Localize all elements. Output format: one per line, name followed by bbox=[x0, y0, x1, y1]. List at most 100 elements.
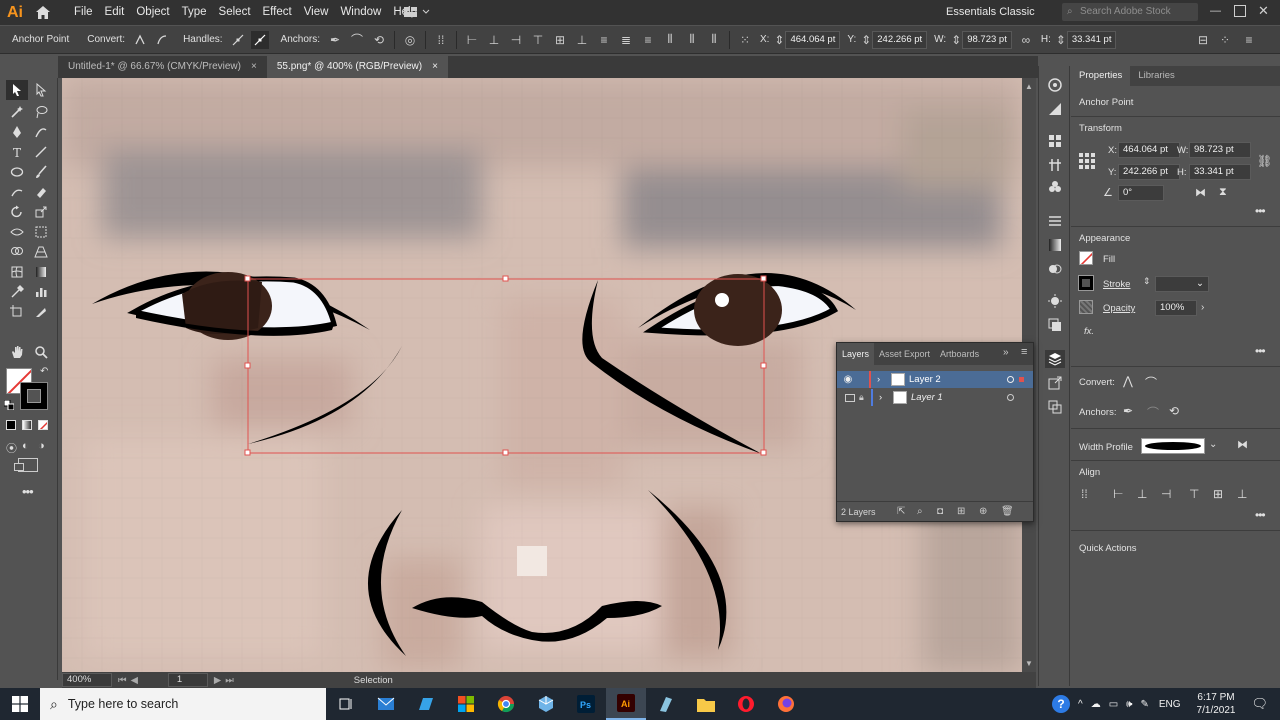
draw-inside-icon[interactable]: ◑ bbox=[38, 440, 45, 452]
firefox-icon[interactable] bbox=[766, 688, 806, 720]
paintbrush-tool-icon[interactable] bbox=[30, 162, 52, 182]
transform-more-icon[interactable]: ••• bbox=[1255, 204, 1266, 218]
weather-icon[interactable]: ☁ bbox=[1091, 699, 1101, 710]
props-align-hcenter-icon[interactable]: ⊥ bbox=[1137, 487, 1147, 501]
align-bottom-icon[interactable]: ⊥ bbox=[573, 31, 591, 49]
chevron-down-icon[interactable]: ⌄ bbox=[1209, 439, 1217, 450]
reference-point-grid-icon[interactable] bbox=[1078, 152, 1096, 170]
type-tool-icon[interactable]: T bbox=[6, 142, 28, 162]
expand-panel-icon[interactable]: » bbox=[1003, 347, 1009, 358]
distribute-hcenter-icon[interactable]: ⦀ bbox=[683, 31, 701, 49]
width-profile-select[interactable] bbox=[1141, 438, 1205, 454]
zoom-tool-icon[interactable] bbox=[30, 342, 52, 362]
lasso-tool-icon[interactable] bbox=[30, 102, 52, 122]
stroke-weight-stepper-icon[interactable]: ⇕ bbox=[1143, 276, 1155, 292]
props-align-right-icon[interactable]: ⊣ bbox=[1161, 487, 1171, 501]
visibility-eye-icon[interactable]: ◉ bbox=[839, 374, 857, 385]
visibility-outline-icon[interactable] bbox=[845, 393, 855, 402]
export-layer-icon[interactable]: ⇱ bbox=[897, 506, 905, 517]
graphic-styles-icon[interactable] bbox=[1045, 316, 1065, 334]
props-convert-corner-icon[interactable]: ⋀ bbox=[1123, 374, 1133, 388]
transform-y-input[interactable]: 242.266 pt bbox=[1118, 164, 1180, 180]
appearance-more-icon[interactable]: ••• bbox=[1255, 344, 1266, 358]
close-tab-icon[interactable]: × bbox=[432, 56, 438, 78]
zoom-select[interactable]: 400% bbox=[62, 673, 112, 687]
symbols-icon[interactable] bbox=[1045, 178, 1065, 196]
transparency-icon[interactable] bbox=[1045, 260, 1065, 278]
reference-point-icon[interactable]: ⁙ bbox=[736, 31, 754, 49]
notifications-icon[interactable]: 🗨︎ bbox=[1251, 696, 1268, 712]
screen-mode-icon[interactable] bbox=[14, 458, 38, 472]
eyedropper-tool-icon[interactable] bbox=[6, 282, 28, 302]
opacity-label[interactable]: Opacity bbox=[1103, 303, 1135, 314]
whiteboard-app-icon[interactable] bbox=[406, 688, 446, 720]
mesh-tool-icon[interactable] bbox=[6, 262, 28, 282]
target-icon[interactable] bbox=[1007, 394, 1014, 401]
chevron-right-icon[interactable]: › bbox=[1201, 302, 1204, 313]
constrain-link-icon[interactable]: ∞ bbox=[1017, 31, 1035, 49]
language-indicator[interactable]: ENG bbox=[1159, 699, 1181, 710]
convert-corner-icon[interactable] bbox=[131, 31, 149, 49]
notepad-icon[interactable] bbox=[646, 688, 686, 720]
network-icon[interactable]: ▭ bbox=[1109, 699, 1118, 710]
3d-viewer-icon[interactable] bbox=[526, 688, 566, 720]
rotate-tool-icon[interactable] bbox=[6, 202, 28, 222]
w-stepper-icon[interactable]: ⇕ bbox=[951, 31, 961, 49]
props-convert-smooth-icon[interactable]: ⌒ bbox=[1145, 374, 1157, 391]
hand-tool-icon[interactable] bbox=[6, 342, 28, 362]
chevron-right-icon[interactable]: › bbox=[879, 392, 889, 403]
tab-asset-export[interactable]: Asset Export bbox=[874, 343, 935, 365]
convert-smooth-icon[interactable] bbox=[153, 31, 171, 49]
tab-properties[interactable]: Properties bbox=[1071, 66, 1131, 86]
draw-behind-icon[interactable]: ◐ bbox=[22, 440, 29, 452]
transform-w-input[interactable]: 98.723 pt bbox=[1189, 142, 1251, 158]
gradient-panel-icon[interactable] bbox=[1045, 236, 1065, 254]
illustrator-icon[interactable]: Ai bbox=[606, 688, 646, 720]
selection-tool-icon[interactable] bbox=[6, 80, 28, 100]
pen-tool-icon[interactable] bbox=[6, 122, 28, 142]
line-tool-icon[interactable] bbox=[30, 142, 52, 162]
align-hcenter-icon[interactable]: ⊥ bbox=[485, 31, 503, 49]
mail-icon[interactable] bbox=[366, 688, 406, 720]
hide-handles-icon[interactable] bbox=[250, 30, 269, 49]
brushes-icon[interactable] bbox=[1045, 156, 1065, 174]
width-tool-icon[interactable] bbox=[6, 222, 28, 242]
menu-select[interactable]: Select bbox=[213, 0, 257, 25]
layers-menu-icon[interactable]: ≡ bbox=[1021, 346, 1027, 358]
magic-wand-tool-icon[interactable] bbox=[6, 102, 28, 122]
chevron-right-icon[interactable]: › bbox=[877, 374, 887, 385]
layers-panel-icon[interactable] bbox=[1045, 350, 1065, 368]
appearance-panel-icon[interactable] bbox=[1045, 292, 1065, 310]
new-sublayer-icon[interactable]: ⊞ bbox=[957, 506, 965, 517]
clipping-mask-icon[interactable]: ◘ bbox=[937, 506, 943, 517]
search-stock-input[interactable]: ⌕ Search Adobe Stock bbox=[1062, 3, 1198, 21]
taskbar-search-input[interactable]: ⌕ Type here to search bbox=[40, 688, 326, 720]
layer-row[interactable]: ◉ › Layer 2 bbox=[837, 371, 1033, 388]
constrain-proportions-icon[interactable]: ⛓ bbox=[1257, 154, 1272, 168]
props-align-left-icon[interactable]: ⊢ bbox=[1113, 487, 1123, 501]
y-stepper-icon[interactable]: ⇕ bbox=[861, 31, 871, 49]
align-vcenter-icon[interactable]: ⊞ bbox=[551, 31, 569, 49]
fill-swatch-small[interactable] bbox=[1079, 251, 1093, 265]
menu-window[interactable]: Window bbox=[334, 0, 387, 25]
eraser-tool-icon[interactable] bbox=[30, 182, 52, 202]
control-h-input[interactable]: 33.341 pt bbox=[1066, 30, 1117, 49]
distribute-left-icon[interactable]: ⦀ bbox=[661, 31, 679, 49]
tab-libraries[interactable]: Libraries bbox=[1130, 66, 1182, 86]
tab-layers[interactable]: Layers bbox=[837, 343, 875, 365]
fx-button[interactable]: fx. bbox=[1084, 326, 1094, 337]
artboard-number-input[interactable]: 1 bbox=[167, 673, 208, 687]
props-align-top-icon[interactable]: ⊤ bbox=[1189, 487, 1199, 501]
first-artboard-icon[interactable]: ⏮ bbox=[118, 675, 127, 686]
perspective-grid-tool-icon[interactable] bbox=[30, 242, 52, 262]
control-x-input[interactable]: 464.064 pt bbox=[785, 30, 841, 49]
file-explorer-icon[interactable] bbox=[686, 688, 726, 720]
none-mode-icon[interactable] bbox=[38, 420, 48, 430]
artboards-panel-icon[interactable] bbox=[1045, 398, 1065, 416]
flip-vertical-icon[interactable]: ⧗ bbox=[1219, 186, 1227, 199]
align-more-icon[interactable]: ••• bbox=[1255, 508, 1266, 522]
align-right-icon[interactable]: ⊣ bbox=[507, 31, 525, 49]
panel-menu-icon[interactable]: ≡ bbox=[1240, 31, 1258, 49]
photoshop-icon[interactable]: Ps bbox=[566, 688, 606, 720]
task-view-icon[interactable] bbox=[326, 688, 366, 720]
